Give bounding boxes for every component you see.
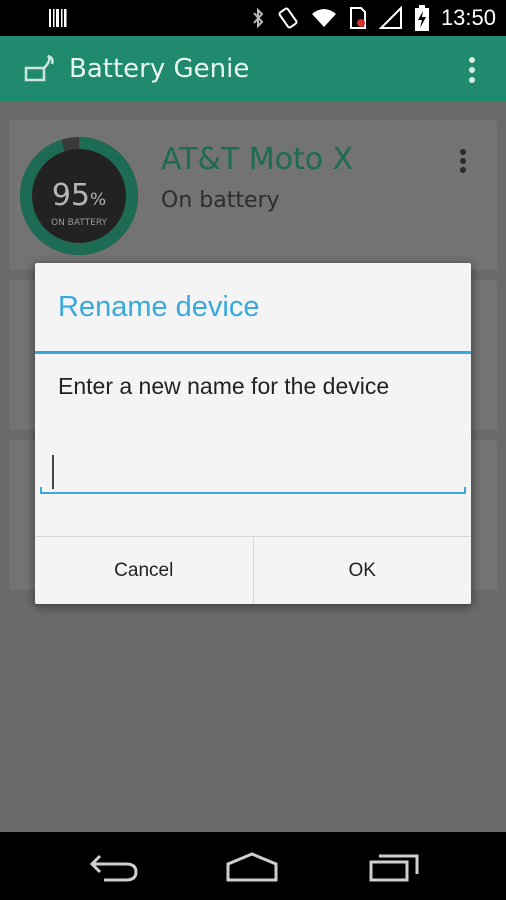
battery-genie-lamp-icon [24, 54, 54, 82]
ok-button[interactable]: OK [252, 537, 472, 604]
dialog-message: Enter a new name for the device [58, 373, 390, 399]
device-name: AT&T Moto X [161, 142, 354, 177]
text-cursor [52, 455, 54, 489]
device-card[interactable]: 95% ON BATTERY AT&T Moto X On battery [9, 120, 497, 270]
notification-barcode-icon [49, 9, 67, 27]
battery-gauge-caption: ON BATTERY [50, 218, 107, 228]
battery-percent: 95% [19, 178, 139, 213]
app-title: Battery Genie [69, 54, 250, 84]
back-icon[interactable] [82, 850, 142, 884]
input-underline [40, 487, 466, 494]
action-bar: Battery Genie [0, 36, 506, 102]
dialog-title: Rename device [58, 291, 260, 323]
cell-signal-icon [378, 6, 402, 29]
battery-percent-unit: % [90, 190, 107, 210]
battery-percent-value: 95 [51, 178, 91, 213]
battery-charging-icon [414, 5, 429, 31]
dialog-button-row: Cancel OK [35, 536, 471, 604]
overflow-menu-icon[interactable] [468, 56, 476, 84]
navigation-bar [0, 832, 506, 900]
sim-card-icon [349, 7, 366, 29]
dialog-title-divider [35, 351, 471, 354]
cancel-button[interactable]: Cancel [35, 537, 253, 604]
recent-apps-icon[interactable] [365, 850, 425, 884]
rename-device-dialog: Rename device Enter a new name for the d… [35, 263, 471, 604]
wifi-icon [311, 9, 336, 27]
screen-rotation-icon [278, 7, 298, 29]
home-icon[interactable] [222, 850, 282, 884]
status-bar: 13:50 [0, 0, 506, 36]
device-status: On battery [161, 188, 280, 213]
bluetooth-icon [253, 7, 264, 29]
status-clock: 13:50 [440, 5, 496, 30]
device-name-input[interactable] [40, 443, 466, 495]
card-overflow-menu-icon[interactable] [459, 148, 467, 174]
